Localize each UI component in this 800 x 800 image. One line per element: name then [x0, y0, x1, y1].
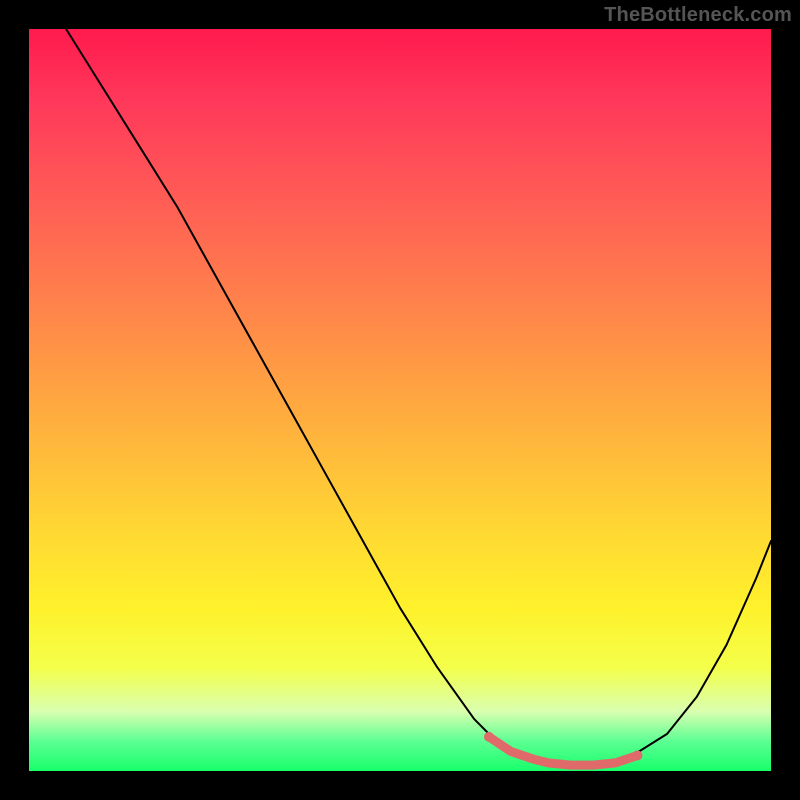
bottleneck-chart	[29, 29, 771, 771]
watermark-text: TheBottleneck.com	[604, 4, 792, 27]
optimal-range-marker	[489, 737, 637, 765]
optimal-range-dot-left	[484, 732, 494, 742]
optimal-range-dot-right	[632, 750, 642, 760]
bottleneck-curve-line	[66, 29, 771, 762]
